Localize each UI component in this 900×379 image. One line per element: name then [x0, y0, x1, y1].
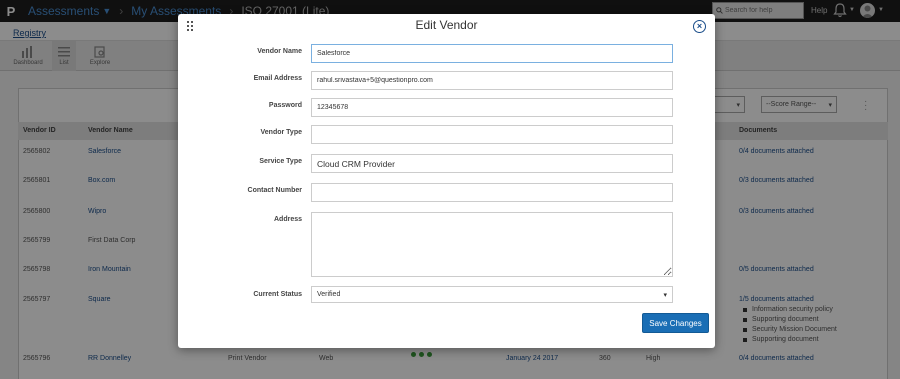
close-icon[interactable]: ×: [693, 20, 706, 33]
vendor-type-label: Vendor Type: [260, 129, 303, 136]
address-label: Address: [273, 216, 302, 223]
password-label: Password: [268, 102, 302, 109]
dialog-title: Edit Vendor: [415, 18, 478, 32]
contact-number-label: Contact Number: [247, 187, 302, 194]
vendor-type-field[interactable]: [311, 125, 673, 144]
chevron-down-icon: ▾: [663, 291, 667, 299]
status-select-value: Verified: [317, 291, 341, 298]
vendor-name-label: Vendor Name: [257, 48, 302, 55]
save-changes-button[interactable]: Save Changes: [642, 313, 709, 333]
contact-number-field[interactable]: [311, 183, 673, 202]
password-field[interactable]: [311, 98, 673, 117]
status-select[interactable]: Verified ▾: [311, 286, 673, 303]
service-type-field[interactable]: [311, 154, 673, 173]
email-field[interactable]: [311, 71, 673, 90]
address-field[interactable]: [311, 212, 673, 277]
email-label: Email Address: [253, 75, 302, 82]
vendor-name-field[interactable]: [311, 44, 673, 63]
edit-vendor-dialog: Edit Vendor × Vendor Name Email Address …: [178, 14, 715, 348]
current-status-label: Current Status: [253, 291, 302, 298]
service-type-label: Service Type: [259, 158, 302, 165]
